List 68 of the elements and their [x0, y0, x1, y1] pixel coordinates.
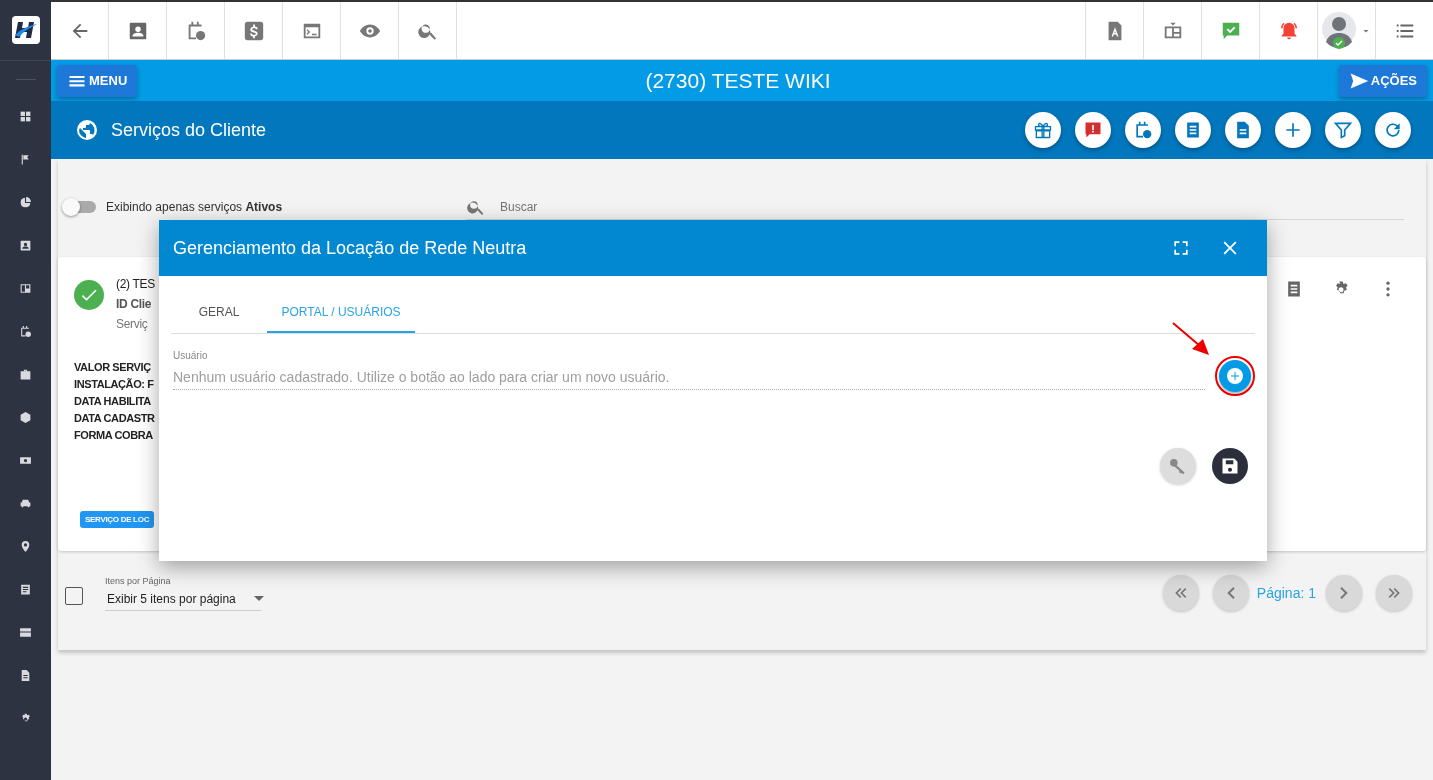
alert-message-icon	[1083, 120, 1103, 140]
section-title: Serviços do Cliente	[111, 119, 268, 141]
add-icon	[1229, 370, 1241, 382]
detail-text: VALOR SERVIÇ	[74, 361, 152, 373]
per-page-label: Itens por Página	[105, 575, 172, 586]
file-button[interactable]	[1225, 112, 1261, 148]
chevron-left-icon	[1226, 587, 1235, 599]
tab[interactable]: GERAL	[171, 296, 267, 333]
grid-icon[interactable]	[19, 110, 32, 123]
calendar-clock-icon	[1133, 120, 1153, 140]
dollar-icon[interactable]	[242, 19, 265, 42]
car-icon[interactable]	[19, 497, 32, 510]
calendar-clock-icon[interactable]	[19, 325, 32, 338]
menu-button[interactable]: MENU	[57, 64, 138, 97]
add-button[interactable]	[1275, 112, 1311, 148]
empty-message: Nenhum usuário cadastrado. Utilize o botão ao lado para criar um novo usuário.	[173, 369, 1205, 390]
field-label: Usuário	[173, 350, 209, 361]
globe-icon	[75, 118, 99, 142]
app-logo[interactable]	[11, 16, 40, 44]
page-indicator: Página: 1	[1256, 585, 1316, 601]
refresh-icon	[1383, 120, 1403, 140]
gift-button[interactable]	[1025, 112, 1061, 148]
modal-title: Gerenciamento da Locação de Rede Neutra	[173, 237, 528, 259]
chevron-right-icon	[1340, 587, 1348, 599]
add-icon	[1283, 120, 1303, 140]
notes-button[interactable]	[1175, 112, 1211, 148]
per-page-select[interactable]: Exibir 5 itens por página	[105, 589, 261, 611]
board-icon[interactable]	[19, 282, 32, 295]
save-button[interactable]	[1212, 448, 1248, 484]
money-icon[interactable]	[19, 454, 32, 467]
actions-button[interactable]: AÇÕES	[1338, 64, 1427, 97]
caret-icon	[253, 596, 264, 601]
save-icon	[1220, 456, 1240, 476]
filter-icon	[1333, 120, 1353, 140]
cube-icon[interactable]	[19, 411, 32, 424]
client-id: ID Clie	[116, 297, 153, 311]
last-page-button[interactable]	[1376, 575, 1412, 611]
detail-text: DATA CADASTR	[74, 412, 156, 424]
flag-icon[interactable]	[19, 153, 32, 166]
service-title: (2) TES	[116, 277, 156, 291]
filter-button[interactable]	[1325, 112, 1361, 148]
toggle-label: Exibindo apenas serviços Ativos	[106, 200, 284, 214]
detail-text: INSTALAÇÃO: F	[74, 378, 155, 390]
briefcase-icon[interactable]	[19, 368, 32, 381]
detail-text: DATA HABILITA	[74, 395, 152, 407]
file-icon[interactable]	[19, 669, 32, 682]
annotation-arrow	[1172, 322, 1210, 356]
tab[interactable]: PORTAL / USUÁRIOS	[267, 296, 415, 333]
pie-chart-icon[interactable]	[19, 196, 32, 209]
key-button[interactable]	[1160, 448, 1196, 484]
next-page-button[interactable]	[1326, 575, 1362, 611]
alert-message-button[interactable]	[1075, 112, 1111, 148]
server-icon[interactable]	[19, 626, 32, 639]
refresh-button[interactable]	[1375, 112, 1411, 148]
detail-text: FORMA COBRA	[74, 429, 154, 441]
first-page-button[interactable]	[1162, 575, 1199, 611]
document-icon[interactable]	[19, 583, 32, 596]
service-name: Serviç	[116, 317, 149, 331]
calendar-clock-button[interactable]	[1125, 112, 1161, 148]
user-avatar[interactable]	[1321, 11, 1358, 50]
page-title: (2730) TESTE WIKI	[645, 68, 831, 93]
gift-icon	[1033, 120, 1053, 140]
map-pin-icon[interactable]	[19, 540, 32, 553]
contact-card-icon[interactable]	[19, 239, 32, 252]
service-tag: SERVIÇO DE LOC	[80, 511, 155, 528]
select-all-checkbox[interactable]	[65, 587, 83, 605]
search-field[interactable]: Buscar	[498, 198, 1404, 215]
fullscreen-icon[interactable]	[1171, 238, 1191, 258]
